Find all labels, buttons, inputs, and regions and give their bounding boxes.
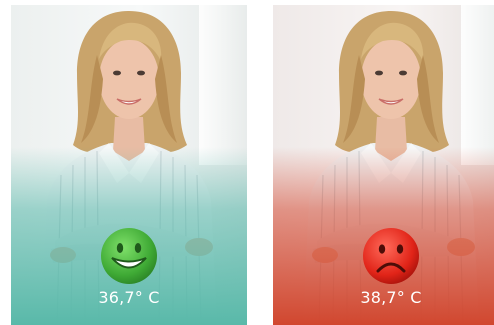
temperature-card-normal: 36,7° C: [11, 5, 247, 325]
temperature-card-fever: 38,7° C: [273, 5, 494, 325]
temperature-reading: 38,7° C: [360, 288, 422, 307]
smiley-face-icon: [101, 228, 157, 284]
sad-face-icon: [363, 228, 419, 284]
temperature-reading: 36,7° C: [98, 288, 160, 307]
